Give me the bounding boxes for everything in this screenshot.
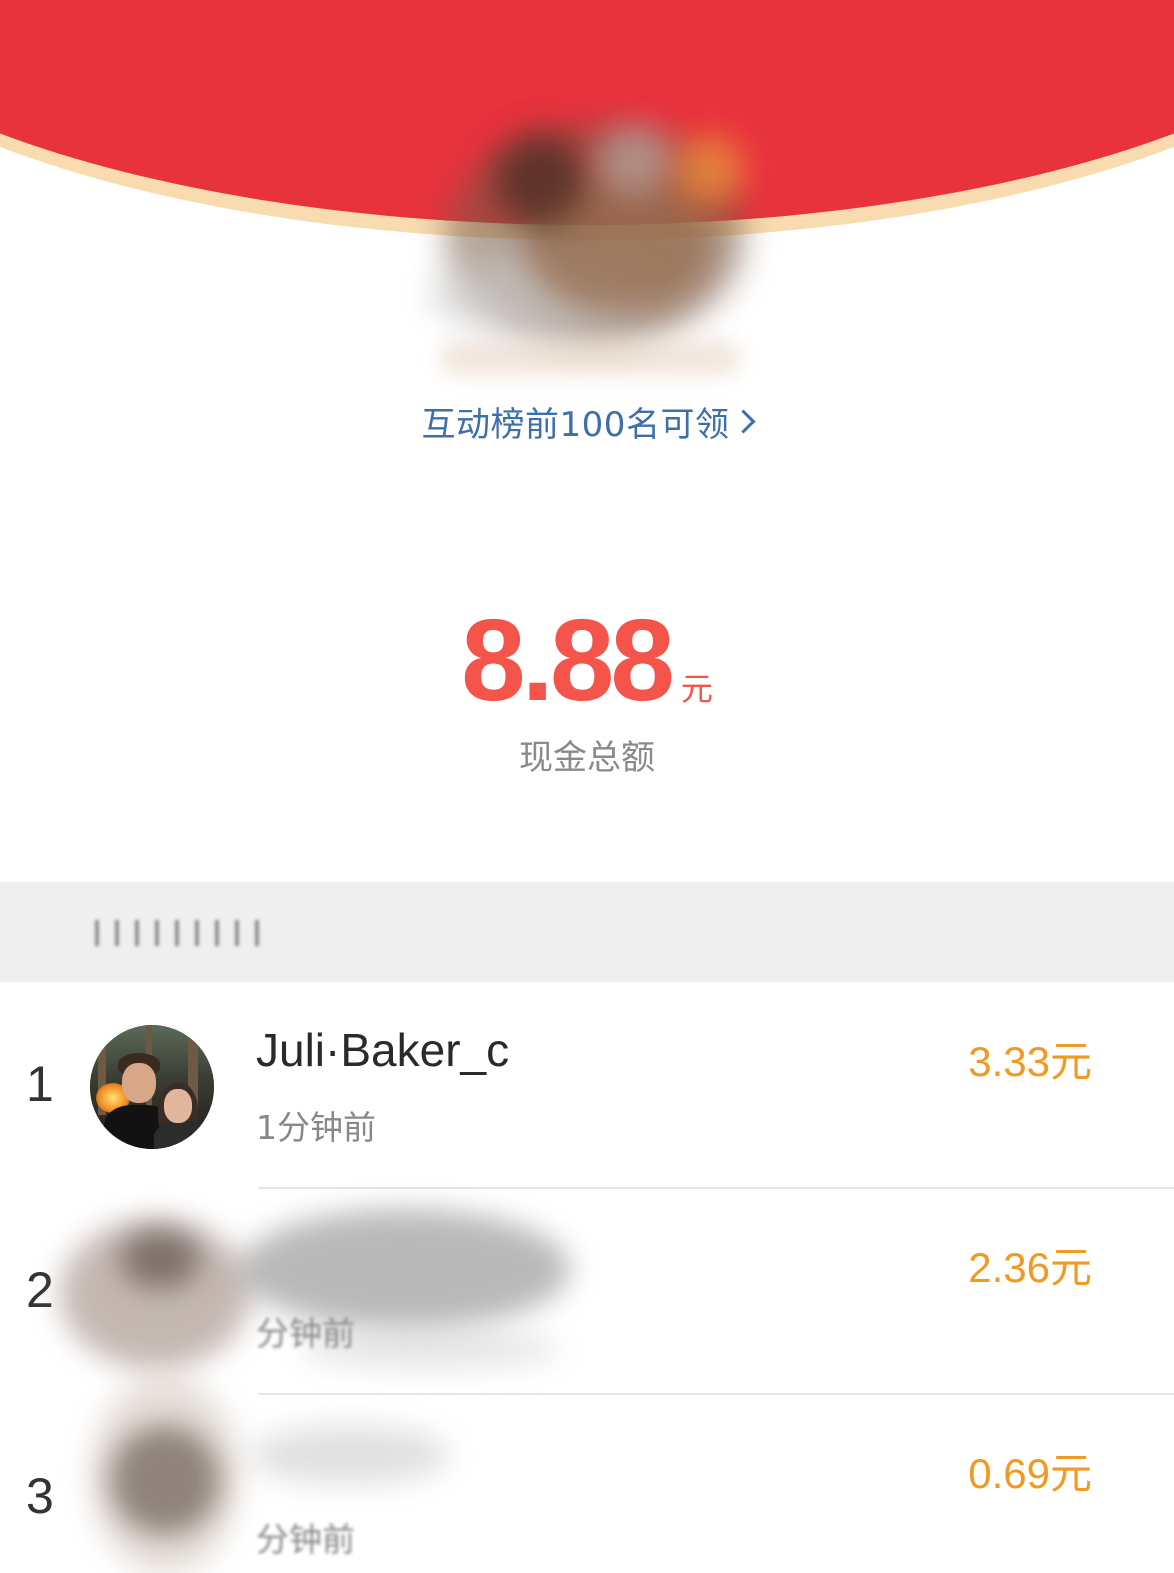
- received-amount: 0.69元: [968, 1450, 1092, 1497]
- list-item[interactable]: 3 分钟前 0.69元: [0, 1375, 1174, 1573]
- rank-link-label: 互动榜前100名可领: [421, 405, 730, 445]
- amount-unit: 元: [680, 670, 713, 708]
- list-item[interactable]: 2 分钟前 2.36元: [0, 1189, 1174, 1395]
- section-header-blurred-text: [95, 920, 270, 946]
- interaction-rank-link[interactable]: 互动榜前100名可领: [0, 397, 1174, 446]
- received-amount: 3.33元: [968, 1038, 1092, 1085]
- red-packet-detail-page: 互动榜前100名可领 8.88 元 现金总额 1 Juli·Baker_c 1分…: [0, 0, 1174, 1573]
- amount-label: 现金总额: [519, 738, 655, 778]
- cash-amount: 8.88 元: [0, 600, 1174, 720]
- received-time: 分钟前: [256, 1314, 355, 1353]
- received-time: 分钟前: [256, 1520, 355, 1559]
- avatar[interactable]: [90, 1025, 214, 1149]
- rank-number: 1: [26, 1056, 54, 1112]
- list-item[interactable]: 1 Juli·Baker_c 1分钟前 3.33元: [0, 983, 1174, 1189]
- recipient-list: 1 Juli·Baker_c 1分钟前 3.33元 2 分钟前 2.36元 3 …: [0, 983, 1174, 1573]
- sender-avatar: [425, 105, 755, 345]
- received-time: 1分钟前: [256, 1108, 376, 1147]
- sender-title-blurred: [440, 335, 740, 380]
- amount-value: 8.88: [461, 595, 675, 725]
- chevron-right-icon: [731, 409, 756, 434]
- received-amount: 2.36元: [968, 1244, 1092, 1291]
- section-header-band: [0, 882, 1174, 982]
- recipient-name: Juli·Baker_c: [256, 1024, 510, 1076]
- rank-number: 3: [26, 1468, 54, 1524]
